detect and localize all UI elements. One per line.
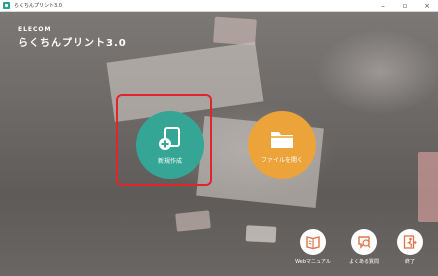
faq-button[interactable]: よくある質問 <box>342 229 386 265</box>
exit-button[interactable]: 終了 <box>391 229 429 265</box>
folder-icon <box>271 131 293 148</box>
web-manual-circle[interactable] <box>300 229 326 255</box>
new-project-button[interactable]: 新規作成 <box>136 111 204 179</box>
brand-logo: ELECOM らくちんプリント3.0 <box>18 26 127 49</box>
background-card <box>418 152 438 222</box>
app-window: らくちんプリント3.0 – ▫ × ELECOM らくちんプリント3.0 新規作… <box>0 0 438 276</box>
manual-book-icon <box>306 236 320 250</box>
brand-maker: ELECOM <box>18 26 52 33</box>
maximize-button[interactable]: ▫ <box>394 0 416 12</box>
faq-icon <box>358 236 371 249</box>
web-manual-label: Webマニュアル <box>295 259 331 265</box>
window-title: らくちんプリント3.0 <box>14 3 62 9</box>
window-controls: – ▫ × <box>372 0 438 12</box>
faq-label: よくある質問 <box>348 259 379 265</box>
faq-circle[interactable] <box>351 229 377 255</box>
minimize-button[interactable]: – <box>372 0 394 12</box>
new-project-label: 新規作成 <box>157 157 182 165</box>
exit-label: 終了 <box>404 259 415 265</box>
exit-circle[interactable] <box>397 229 423 255</box>
app-icon <box>3 2 10 9</box>
new-document-icon <box>159 126 180 150</box>
web-manual-button[interactable]: Webマニュアル <box>291 229 335 265</box>
exit-icon <box>403 235 417 249</box>
background-card <box>245 225 277 243</box>
open-file-button[interactable]: ファイルを開く <box>248 111 316 179</box>
background-card <box>213 16 257 46</box>
title-bar: らくちんプリント3.0 – ▫ × <box>0 0 438 12</box>
background-card <box>175 210 211 232</box>
close-button[interactable]: × <box>416 0 438 12</box>
brand-product: らくちんプリント3.0 <box>18 38 127 49</box>
open-file-label: ファイルを開く <box>260 156 303 164</box>
